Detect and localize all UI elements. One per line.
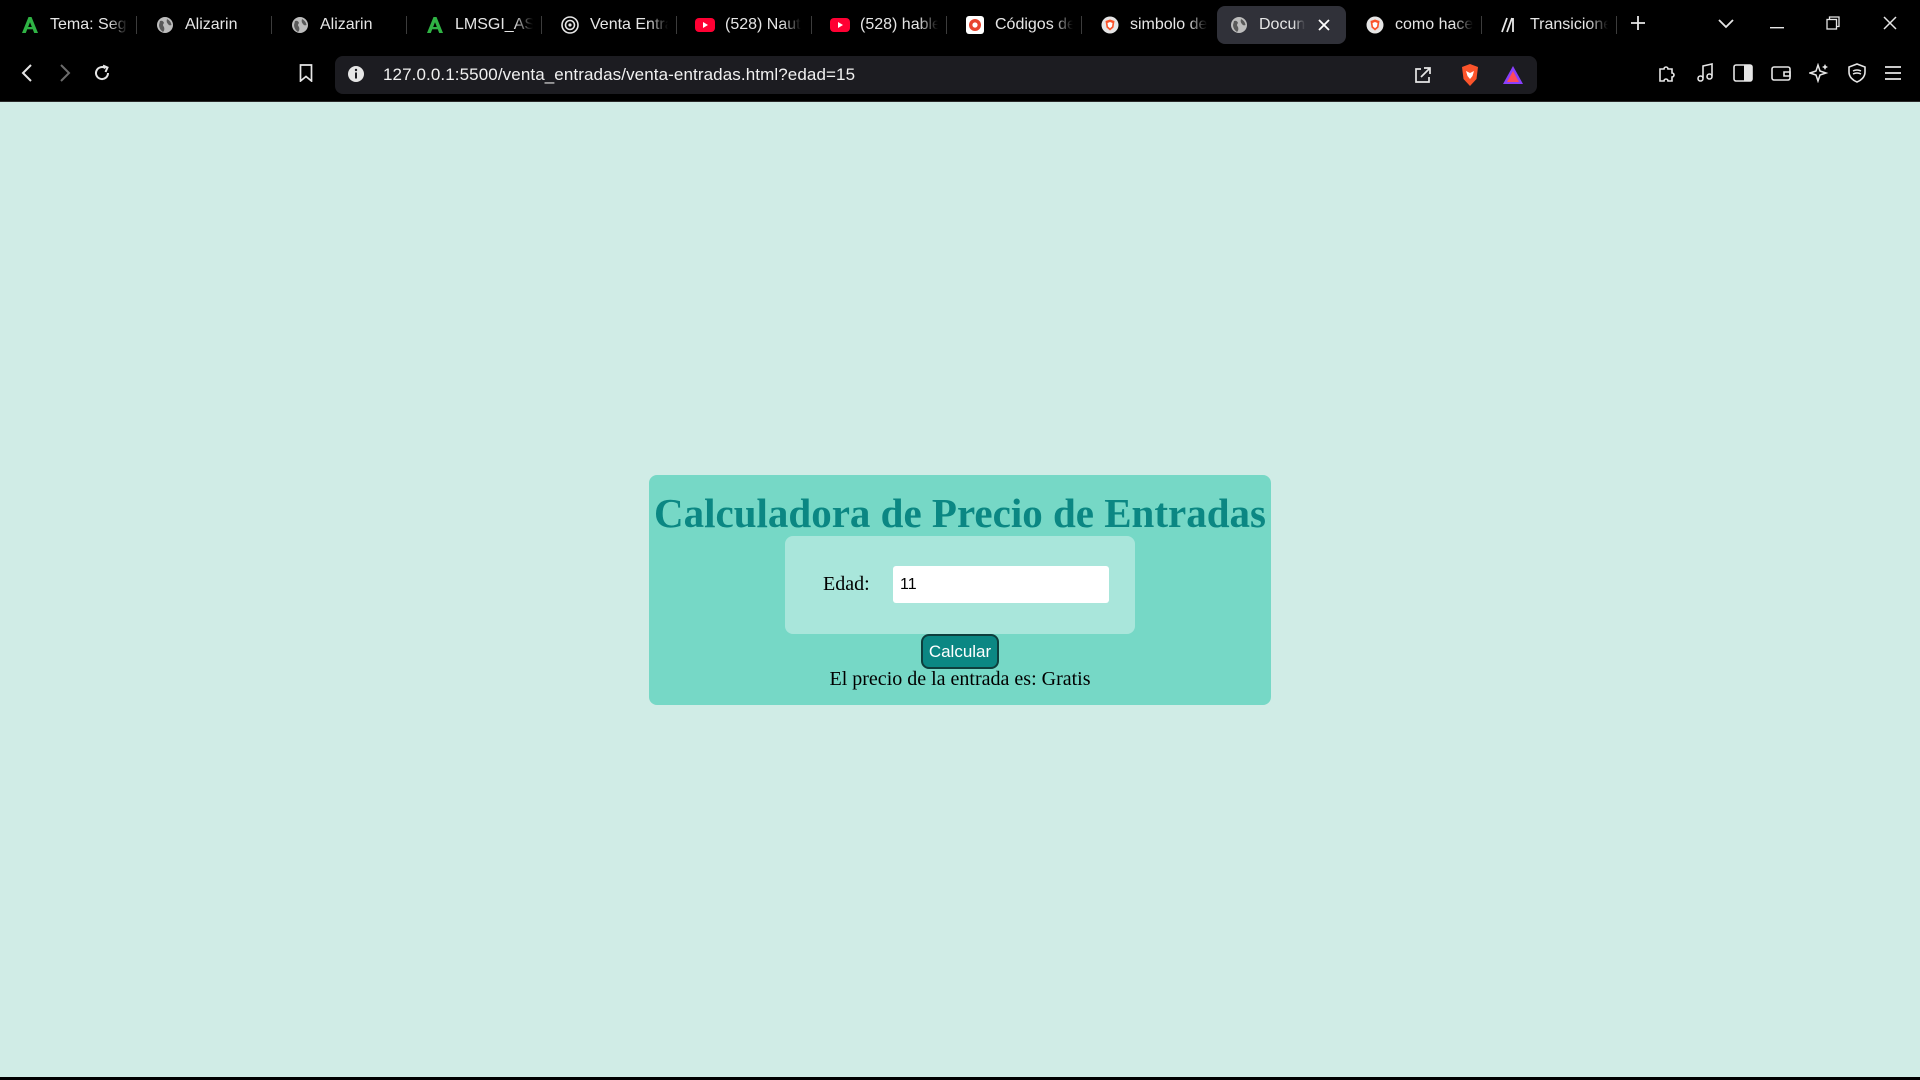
tab-separator — [271, 16, 272, 34]
tab-youtube-2[interactable]: (528) hable — [818, 6, 938, 44]
tab-codigos[interactable]: Códigos de — [953, 6, 1073, 44]
youtube-icon — [830, 15, 850, 35]
forward-button[interactable] — [50, 60, 80, 90]
bookmark-button[interactable] — [291, 60, 321, 90]
sparkle-icon — [1807, 62, 1829, 88]
hamburger-menu-icon — [1884, 65, 1902, 86]
tab-separator — [136, 16, 137, 34]
globe-icon — [155, 15, 175, 35]
age-form: Edad: — [785, 536, 1135, 634]
globe-icon — [1229, 15, 1249, 35]
tab-title: Docun — [1259, 16, 1306, 33]
calculate-button[interactable]: Calcular — [921, 634, 999, 669]
tab-title: simbolo de — [1130, 16, 1208, 33]
brave-shields-icon[interactable] — [1460, 63, 1480, 92]
url-text[interactable]: 127.0.0.1:5500/venta_entradas/venta-entr… — [383, 65, 855, 85]
minimize-icon — [1770, 16, 1784, 34]
price-result: El precio de la entrada es: Gratis — [829, 668, 1091, 690]
leo-ai-button[interactable] — [1804, 60, 1834, 90]
close-tab-icon[interactable] — [1314, 15, 1334, 35]
media-button[interactable] — [1690, 60, 1720, 90]
tab-separator — [541, 16, 542, 34]
tab-separator — [406, 16, 407, 34]
page-title: Calculadora de Precio de Entradas — [654, 490, 1266, 536]
tab-youtube-1[interactable]: (528) Naut — [683, 6, 803, 44]
tab-title: como hace — [1395, 16, 1473, 33]
chevron-down-icon — [1718, 16, 1734, 34]
close-icon — [1883, 15, 1897, 35]
red-circle-icon — [965, 15, 985, 35]
tab-alizarin-1[interactable]: Alizarin — [143, 6, 263, 44]
address-bar[interactable]: 127.0.0.1:5500/venta_entradas/venta-entr… — [335, 56, 1537, 94]
back-button[interactable] — [12, 60, 42, 90]
green-a-logo-icon — [425, 15, 445, 35]
tab-title: Alizarin — [320, 16, 373, 33]
youtube-icon — [695, 15, 715, 35]
tab-tema-segu[interactable]: Tema: Segu — [8, 6, 128, 44]
site-info-icon[interactable] — [347, 65, 365, 88]
tab-title: LMSGI_ASI — [455, 16, 533, 33]
wallet-button[interactable] — [1766, 60, 1796, 90]
globe-icon — [290, 15, 310, 35]
shield-icon — [1848, 62, 1866, 88]
tab-title: (528) Naut — [725, 16, 801, 33]
music-note-icon — [1696, 62, 1714, 88]
tab-title: Venta Entra — [590, 16, 668, 33]
arrow-left-icon — [21, 63, 33, 87]
tab-separator — [946, 16, 947, 34]
wallet-icon — [1771, 64, 1791, 87]
reload-icon — [92, 63, 112, 88]
tab-transiciones[interactable]: Transicione — [1488, 6, 1608, 44]
tab-separator — [1481, 16, 1482, 34]
tab-document-active[interactable]: Docun — [1217, 6, 1346, 44]
reload-button[interactable] — [87, 60, 117, 90]
plus-icon — [1630, 15, 1646, 36]
green-a-logo-icon — [20, 15, 40, 35]
liveserver-icon — [560, 15, 580, 35]
age-label: Edad: — [823, 573, 870, 595]
close-window-button[interactable] — [1875, 10, 1905, 40]
tab-lmsgi[interactable]: LMSGI_ASI — [413, 6, 533, 44]
tab-simbolo[interactable]: simbolo de — [1088, 6, 1208, 44]
share-icon[interactable] — [1413, 65, 1433, 90]
restore-window-button[interactable] — [1818, 10, 1848, 40]
content-divider — [0, 101, 1920, 102]
sidebar-icon — [1733, 63, 1753, 87]
new-tab-button[interactable] — [1623, 10, 1653, 40]
browser-toolbar: 127.0.0.1:5500/venta_entradas/venta-entr… — [0, 49, 1920, 101]
tab-title: Códigos de — [995, 16, 1073, 33]
tab-como-hacer[interactable]: como hace — [1353, 6, 1473, 44]
restore-icon — [1826, 15, 1840, 35]
tab-title: Alizarin — [185, 16, 238, 33]
tab-alizarin-2[interactable]: Alizarin — [278, 6, 398, 44]
tab-separator — [1616, 16, 1617, 34]
arrow-right-icon — [59, 63, 71, 87]
main-menu-button[interactable] — [1878, 60, 1908, 90]
tab-title: Tema: Segu — [50, 16, 128, 33]
brave-search-icon — [1100, 15, 1120, 35]
bookmark-icon — [299, 63, 313, 87]
sidebar-button[interactable] — [1728, 60, 1758, 90]
age-input[interactable] — [893, 566, 1109, 603]
tab-separator — [811, 16, 812, 34]
vpn-button[interactable] — [1842, 60, 1872, 90]
tab-separator — [676, 16, 677, 34]
puzzle-icon — [1657, 63, 1677, 88]
calculator-card: Calculadora de Precio de Entradas Edad: … — [649, 475, 1271, 705]
mdn-icon — [1500, 15, 1520, 35]
minimize-window-button[interactable] — [1762, 10, 1792, 40]
tab-separator — [1081, 16, 1082, 34]
brave-search-icon — [1365, 15, 1385, 35]
tab-search-dropdown-button[interactable] — [1711, 10, 1741, 40]
tab-venta-entradas[interactable]: Venta Entra — [548, 6, 668, 44]
extensions-button[interactable] — [1652, 60, 1682, 90]
tab-title: (528) hable — [860, 16, 938, 33]
tab-title: Transicione — [1530, 16, 1608, 33]
tab-strip: Tema: Segu Alizarin Alizarin LMSGI_ASI V… — [0, 0, 1920, 49]
brave-rewards-icon[interactable] — [1502, 65, 1524, 90]
